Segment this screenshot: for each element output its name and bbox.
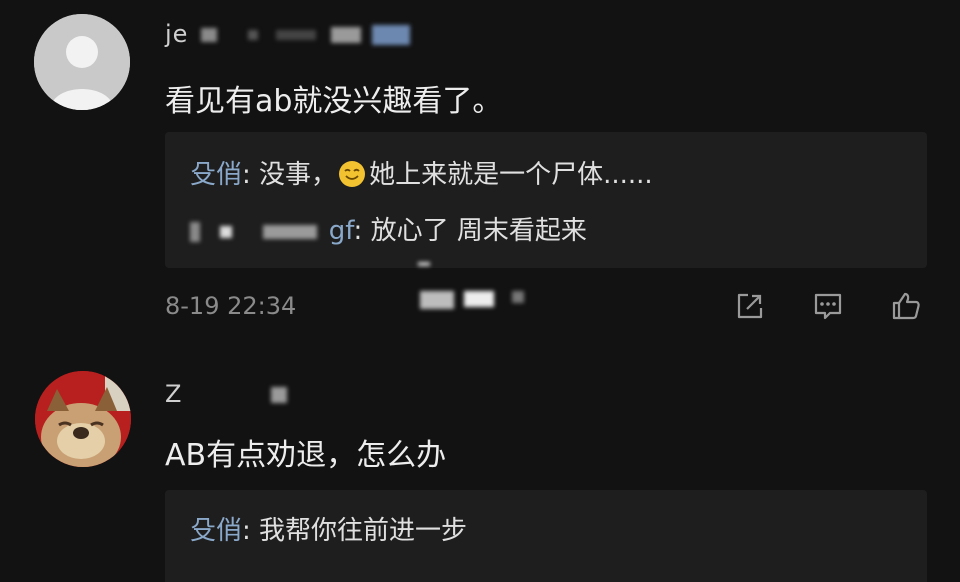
reply-text: 她上来就是一个尸体...... bbox=[369, 160, 653, 190]
dog-avatar-image bbox=[35, 371, 131, 467]
reply-box: 殳俏: 没事， 她上来就是一个尸体...... gf: 放心了 周末看起来 bbox=[165, 132, 927, 268]
reply-text: 没事， bbox=[259, 160, 338, 190]
username-redaction bbox=[201, 28, 218, 42]
default-person-icon bbox=[34, 14, 130, 110]
reply-item[interactable]: 殳俏: 没事， 她上来就是一个尸体...... bbox=[190, 154, 653, 191]
comment-text: AB有点劝退，怎么办 bbox=[165, 438, 447, 473]
share-icon[interactable] bbox=[734, 290, 766, 322]
username-redaction bbox=[331, 27, 361, 43]
comment-icon[interactable] bbox=[812, 290, 844, 322]
username-redaction bbox=[271, 387, 288, 403]
username-redaction bbox=[262, 224, 317, 239]
redaction-blur bbox=[412, 285, 542, 315]
comment-timestamp: 8-19 22:34 bbox=[165, 292, 297, 320]
reply-separator: : bbox=[353, 216, 371, 246]
reply-author[interactable]: 殳俏 bbox=[190, 160, 242, 190]
reply-author[interactable]: gf bbox=[329, 216, 354, 246]
reply-text: 放心了 周末看起来 bbox=[370, 216, 587, 246]
reply-text: 我帮你往前进一步 bbox=[259, 516, 468, 546]
reply-item[interactable]: 殳俏: 我帮你往前进一步 bbox=[190, 510, 467, 547]
reply-author[interactable]: 殳俏 bbox=[190, 516, 242, 546]
comment-username[interactable]: Z bbox=[165, 380, 288, 408]
user-avatar[interactable] bbox=[35, 371, 131, 467]
user-avatar[interactable] bbox=[34, 14, 130, 110]
username-redaction bbox=[371, 25, 410, 45]
comment-username[interactable]: je bbox=[165, 20, 410, 48]
comment-text: 看见有ab就没兴趣看了。 bbox=[165, 84, 503, 119]
comment-thread: je 看见有ab就没兴趣看了。 殳俏: 没事， 她上来就是一个尸体...... … bbox=[0, 0, 960, 582]
username-redaction bbox=[190, 221, 200, 242]
like-icon[interactable] bbox=[890, 290, 922, 322]
username-redaction bbox=[247, 30, 258, 40]
reply-box: 殳俏: 我帮你往前进一步 bbox=[165, 490, 927, 582]
username-visible-text: Z bbox=[165, 380, 183, 408]
smiling-emoji-icon bbox=[339, 161, 366, 187]
redaction-blur bbox=[418, 262, 430, 266]
reply-separator: : bbox=[242, 160, 260, 190]
username-redaction bbox=[220, 225, 233, 238]
reply-separator: : bbox=[242, 516, 260, 546]
username-redaction bbox=[276, 30, 317, 40]
reply-item[interactable]: gf: 放心了 周末看起来 bbox=[190, 210, 587, 247]
username-visible-text: je bbox=[165, 20, 189, 48]
